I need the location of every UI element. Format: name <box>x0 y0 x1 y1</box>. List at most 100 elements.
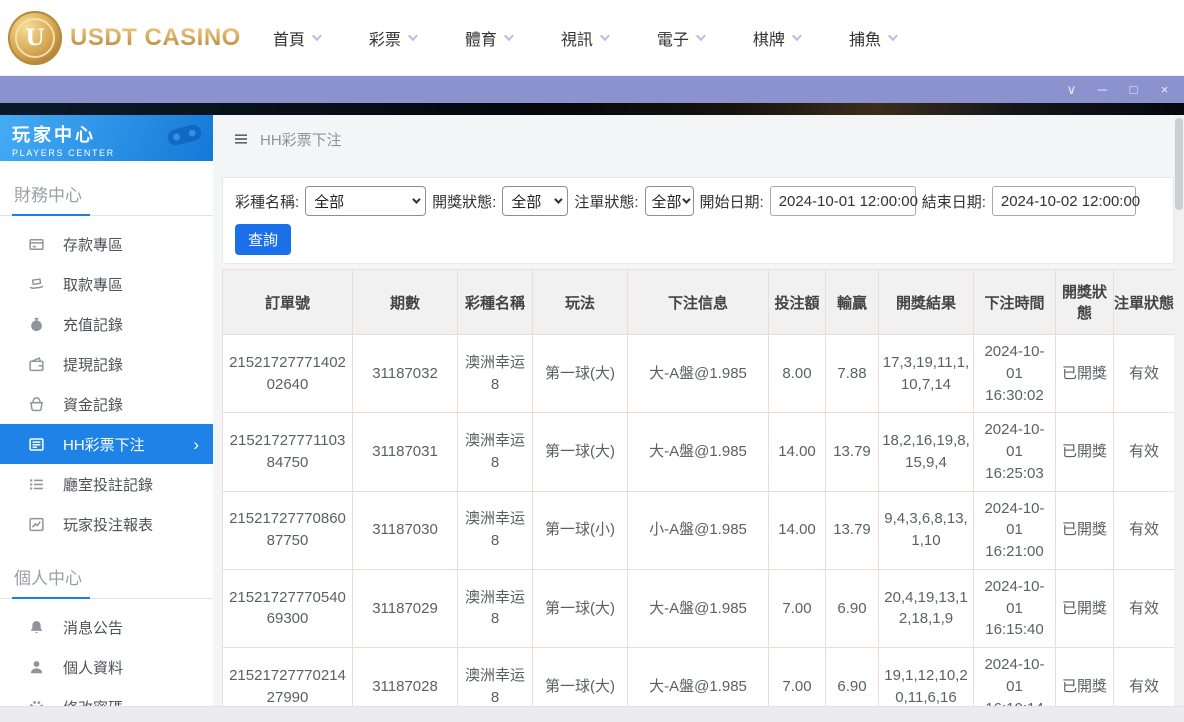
table-body: 215217277714020264031187032澳洲幸运8第一球(大)大-… <box>223 335 1175 722</box>
table-cell: 2152172777054069300 <box>223 569 353 647</box>
table-cell: 已開獎 <box>1056 413 1114 491</box>
sidebar-item-withdrawal-record[interactable]: 提現記錄 <box>0 344 213 384</box>
banner-strip <box>0 103 1184 115</box>
chevron-down-icon <box>555 195 563 203</box>
end-date-label: 結束日期: <box>922 191 986 212</box>
nav-item-label: 捕魚 <box>849 26 881 50</box>
table-cell: 大-A盤@1.985 <box>628 335 769 413</box>
column-header: 注單狀態 <box>1114 270 1175 335</box>
table-cell: 有效 <box>1114 491 1175 569</box>
sidebar-item-label: 存款專區 <box>63 234 123 255</box>
search-button[interactable]: 查詢 <box>235 224 291 255</box>
column-header: 訂單號 <box>223 270 353 335</box>
chevron-down-icon <box>682 195 690 203</box>
end-date-input[interactable]: 2024-10-02 12:00:00 <box>992 186 1136 216</box>
sidebar-item-group: 消息公告 個人資料 修改密碼 <box>0 607 213 722</box>
section-divider <box>0 215 213 216</box>
profile-icon <box>28 659 45 676</box>
sidebar-item-recharge-record[interactable]: 充值記錄 <box>0 304 213 344</box>
table-cell: 有效 <box>1114 569 1175 647</box>
nav-item-video[interactable]: 視訊 <box>561 26 607 50</box>
table-cell: 澳洲幸运8 <box>458 491 533 569</box>
sidebar-item-label: HH彩票下注 <box>63 434 145 455</box>
table-cell: 第一球(小) <box>533 491 628 569</box>
order-status-label: 注單狀態: <box>574 191 638 212</box>
nav-item-electronic[interactable]: 電子 <box>657 26 703 50</box>
nav-item-lottery[interactable]: 彩票 <box>369 26 415 50</box>
sidebar-item-profile[interactable]: 個人資料 <box>0 647 213 687</box>
sidebar-item-room-bet-record[interactable]: 廳室投註記錄 <box>0 464 213 504</box>
table-cell: 20,4,19,13,12,18,1,9 <box>879 569 974 647</box>
table-cell: 2152172777086087750 <box>223 491 353 569</box>
table-cell: 17,3,19,11,1,10,7,14 <box>879 335 974 413</box>
nav-item-label: 體育 <box>465 26 497 50</box>
column-header: 下注信息 <box>628 270 769 335</box>
sidebar-item-notice[interactable]: 消息公告 <box>0 607 213 647</box>
sidebar-item-label: 提現記錄 <box>63 354 123 375</box>
lottery-name-label: 彩種名稱: <box>235 191 299 212</box>
lottery-bet-icon <box>28 436 45 453</box>
nav-item-label: 首頁 <box>273 26 305 50</box>
sidebar-item-deposit[interactable]: 存款專區 <box>0 224 213 264</box>
breadcrumb: HH彩票下注 <box>222 115 1174 163</box>
order-status-select[interactable]: 全部 <box>645 186 694 216</box>
nav-item-sports[interactable]: 體育 <box>465 26 511 50</box>
lottery-name-select[interactable]: 全部 <box>305 186 426 216</box>
page-title: HH彩票下注 <box>260 129 342 150</box>
sidebar-sections: 財務中心 存款專區 取款專區 充值記錄 提現記錄 <box>0 181 213 722</box>
scrollbar-thumb[interactable] <box>1175 118 1183 210</box>
close-icon[interactable]: × <box>1149 76 1180 103</box>
nav-item-chess[interactable]: 棋牌 <box>753 26 799 50</box>
nav-item-home[interactable]: 首頁 <box>273 26 319 50</box>
brand-name: USDT CASINO <box>70 24 241 52</box>
sidebar-item-funds-record[interactable]: 資金記錄 <box>0 384 213 424</box>
nav-item-label: 棋牌 <box>753 26 785 50</box>
nav-item-fishing[interactable]: 捕魚 <box>849 26 895 50</box>
column-header: 投注額 <box>769 270 826 335</box>
withdrawal-record-icon <box>28 356 45 373</box>
chevron-down-icon <box>888 31 898 41</box>
table-cell: 2152172777110384750 <box>223 413 353 491</box>
table-cell: 14.00 <box>769 413 826 491</box>
bottom-strip <box>0 706 1184 722</box>
table-cell: 澳洲幸运8 <box>458 569 533 647</box>
table-cell: 2024-10-01 16:30:02 <box>974 335 1056 413</box>
hamburger-menu-icon[interactable] <box>232 131 250 147</box>
nav-item-label: 彩票 <box>369 26 401 50</box>
start-date-label: 開始日期: <box>700 191 764 212</box>
end-date-value: 2024-10-02 12:00:00 <box>1001 193 1140 210</box>
column-header: 下注時間 <box>974 270 1056 335</box>
column-header: 輸贏 <box>826 270 879 335</box>
table-cell: 7.00 <box>769 569 826 647</box>
table-cell: 第一球(大) <box>533 335 628 413</box>
table-cell: 31187031 <box>353 413 458 491</box>
sidebar-item-label: 取款專區 <box>63 274 123 295</box>
column-header: 開獎結果 <box>879 270 974 335</box>
brand-logo[interactable]: U USDT CASINO <box>8 11 241 65</box>
main-content: HH彩票下注 彩種名稱: 全部 開獎狀態: 全部 注單狀態: 全部 <box>213 115 1184 722</box>
table-row: 215217277711038475031187031澳洲幸运8第一球(大)大-… <box>223 413 1175 491</box>
sidebar-item-lottery-bet[interactable]: HH彩票下注 › <box>0 424 213 464</box>
table-row: 215217277705406930031187029澳洲幸运8第一球(大)大-… <box>223 569 1175 647</box>
sidebar-item-bet-report[interactable]: 玩家投注報表 <box>0 504 213 544</box>
chevron-down-icon <box>408 31 418 41</box>
minimize-icon[interactable]: ─ <box>1087 76 1118 103</box>
draw-status-label: 開獎狀態: <box>432 191 496 212</box>
table-cell: 13.79 <box>826 491 879 569</box>
start-date-input[interactable]: 2024-10-01 12:00:00 <box>770 186 916 216</box>
draw-status-select[interactable]: 全部 <box>502 186 568 216</box>
table-cell: 13.79 <box>826 413 879 491</box>
sidebar-item-withdraw[interactable]: 取款專區 <box>0 264 213 304</box>
column-header: 彩種名稱 <box>458 270 533 335</box>
table-cell: 18,2,16,19,8,15,9,4 <box>879 413 974 491</box>
collapse-icon[interactable]: ∨ <box>1056 76 1087 103</box>
maximize-icon[interactable]: □ <box>1118 76 1149 103</box>
chevron-right-icon: › <box>193 436 199 453</box>
notice-icon <box>28 619 45 636</box>
chevron-down-icon <box>600 31 610 41</box>
table-row: 215217277708608775031187030澳洲幸运8第一球(小)小-… <box>223 491 1175 569</box>
vertical-scrollbar[interactable] <box>1174 115 1184 722</box>
lottery-name-value: 全部 <box>314 191 344 212</box>
chevron-down-icon <box>312 31 322 41</box>
chevron-down-icon <box>696 31 706 41</box>
